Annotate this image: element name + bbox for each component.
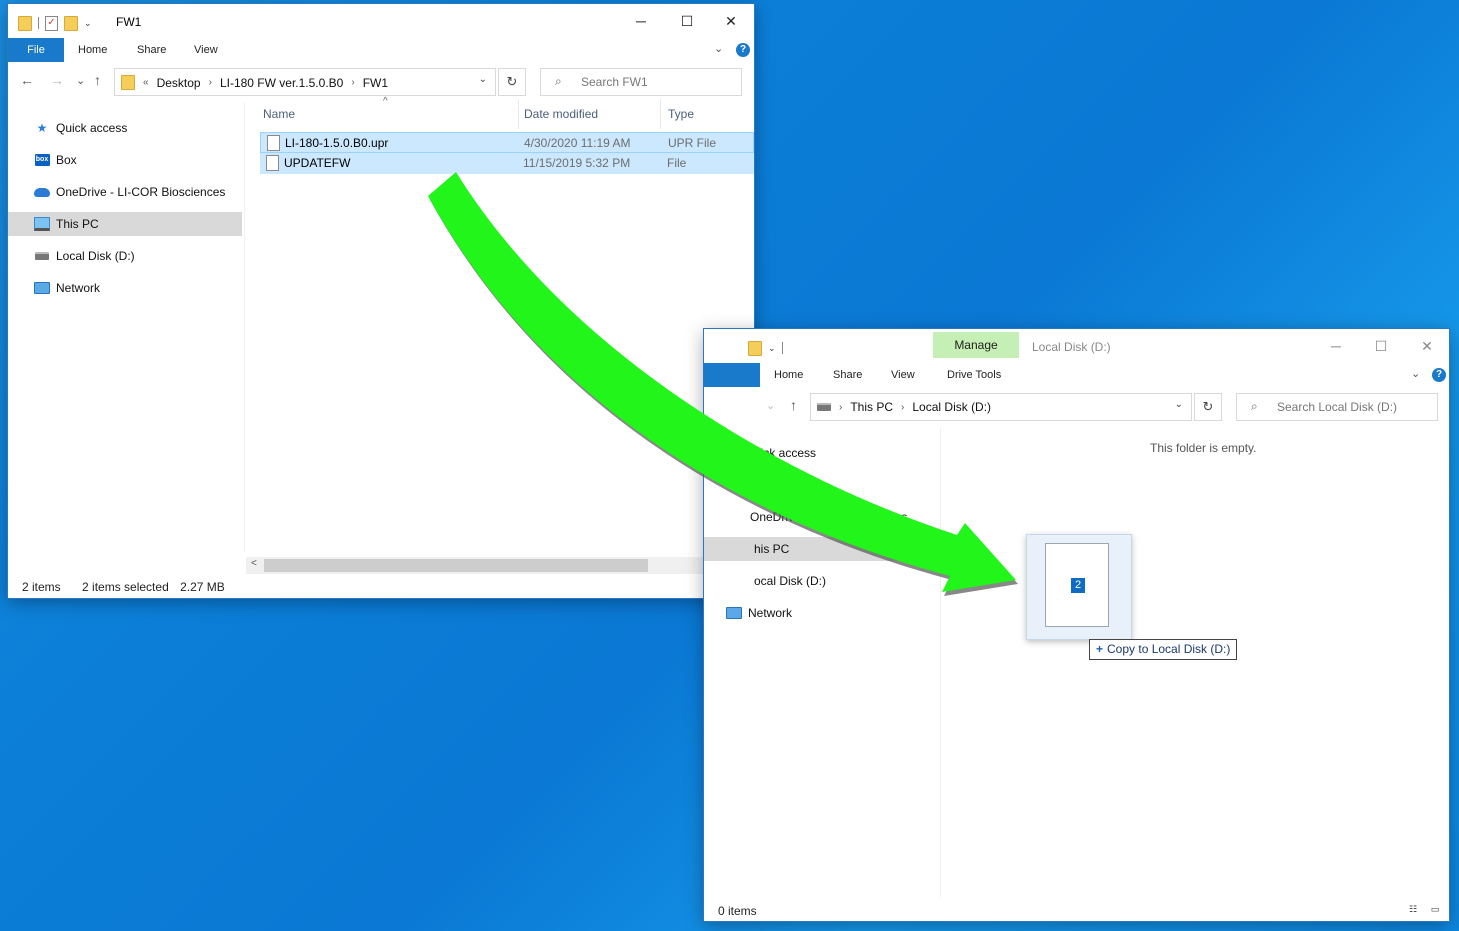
drag-annotation-arrow (428, 172, 1018, 596)
copy-tooltip-text: Copy to Local Disk (D:) (1107, 642, 1231, 656)
plus-icon: + (1096, 642, 1104, 656)
drag-preview: 2 (1026, 534, 1132, 640)
arrow-body (428, 172, 1016, 592)
copy-tooltip: + Copy to Local Disk (D:) (1089, 639, 1238, 660)
item-count-badge: 2 (1071, 578, 1085, 593)
